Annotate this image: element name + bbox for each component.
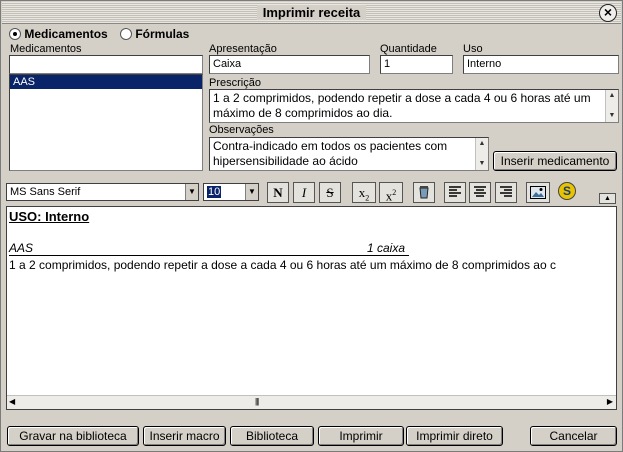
apresentacao-field[interactable]: Caixa <box>209 55 370 74</box>
chevron-down-icon[interactable]: ▼ <box>185 184 198 200</box>
scroll-left-icon[interactable]: ◀ <box>9 397 15 406</box>
scroll-up-icon[interactable]: ▲ <box>606 90 618 102</box>
italic-button[interactable]: I <box>293 182 315 203</box>
bucket-icon[interactable] <box>413 182 435 203</box>
collapse-icon[interactable]: ▲ <box>599 193 616 204</box>
medicamento-list[interactable]: AAS <box>9 74 203 171</box>
radio-off-icon <box>120 28 132 40</box>
quantidade-label: Quantidade <box>380 43 437 55</box>
scroll-thumb-grip[interactable]: ||| <box>255 397 259 406</box>
apresentacao-label: Apresentação <box>209 43 277 55</box>
scroll-up-icon[interactable]: ▲ <box>476 138 488 150</box>
bold-button[interactable]: N <box>267 182 289 203</box>
superscript-button[interactable]: x2 <box>379 182 403 203</box>
observacoes-text: Contra-indicado em todos os pacientes co… <box>213 139 448 168</box>
radio-formulas[interactable]: Fórmulas <box>120 27 189 41</box>
drug-line: AAS 1 caixa <box>9 241 409 256</box>
print-button[interactable]: Imprimir <box>318 426 404 446</box>
cancel-button[interactable]: Cancelar <box>530 426 617 446</box>
library-button[interactable]: Biblioteca <box>230 426 314 446</box>
radio-formulas-label: Fórmulas <box>135 27 190 41</box>
uso-field[interactable]: Interno <box>463 55 619 74</box>
scroll-down-icon[interactable]: ▼ <box>606 110 618 122</box>
insert-macro-button[interactable]: Inserir macro <box>143 426 226 446</box>
subscript-mark: 2 <box>365 193 370 203</box>
prescricao-label: Prescrição <box>209 77 261 89</box>
editor-heading: USO: Interno <box>9 209 90 224</box>
radio-medicamentos-label: Medicamentos <box>24 27 108 41</box>
strikethrough-button[interactable]: S <box>319 182 341 203</box>
scroll-right-icon[interactable]: ▶ <box>607 397 613 406</box>
close-icon[interactable]: × <box>599 4 617 22</box>
observacoes-scrollbar[interactable]: ▲ ▼ <box>475 138 488 170</box>
align-center-icon[interactable] <box>469 182 491 203</box>
medicamentos-label: Medicamentos <box>10 43 82 55</box>
window-title: Imprimir receita <box>256 5 367 20</box>
prescricao-text: 1 a 2 comprimidos, podendo repetir a dos… <box>213 91 591 120</box>
print-prescription-window: Imprimir receita × Medicamentos Fórmulas… <box>0 0 623 452</box>
editor-prescription-line: 1 a 2 comprimidos, podendo repetir a dos… <box>9 258 556 272</box>
quantidade-field[interactable]: 1 <box>380 55 453 74</box>
font-value: MS Sans Serif <box>10 186 81 198</box>
list-item[interactable]: AAS <box>10 75 202 89</box>
radio-medicamentos[interactable]: Medicamentos <box>9 27 108 41</box>
title-bar: Imprimir receita × <box>2 2 621 24</box>
editor-qty: 1 caixa <box>367 241 406 255</box>
editor-horizontal-scrollbar[interactable]: ◀ ||| ▶ <box>7 395 616 409</box>
radio-on-icon <box>9 28 21 40</box>
image-icon[interactable] <box>526 182 550 203</box>
align-right-icon[interactable] <box>495 182 517 203</box>
font-size-select[interactable]: 10 ▼ <box>203 183 259 201</box>
font-size-value: 10 <box>207 186 222 198</box>
print-direct-button[interactable]: Imprimir direto <box>406 426 503 446</box>
save-library-button[interactable]: Gravar na biblioteca <box>7 426 139 446</box>
scroll-down-icon[interactable]: ▼ <box>476 158 488 170</box>
insert-medicine-button[interactable]: Inserir medicamento <box>493 151 617 171</box>
prescription-editor[interactable]: USO: Interno AAS 1 caixa 1 a 2 comprimid… <box>6 206 617 410</box>
prescricao-scrollbar[interactable]: ▲ ▼ <box>605 90 618 122</box>
font-select[interactable]: MS Sans Serif ▼ <box>6 183 199 201</box>
uso-label: Uso <box>463 43 483 55</box>
chevron-down-icon[interactable]: ▼ <box>245 184 258 200</box>
subscript-button[interactable]: x2 <box>352 182 376 203</box>
medicamento-search-input[interactable] <box>9 55 203 74</box>
editor-drug: AAS <box>9 241 34 255</box>
observacoes-field[interactable]: Contra-indicado em todos os pacientes co… <box>209 137 489 171</box>
superscript-mark: 2 <box>392 188 397 197</box>
observacoes-label: Observações <box>209 124 274 136</box>
spell-check-icon[interactable]: S <box>558 182 576 200</box>
prescricao-field[interactable]: 1 a 2 comprimidos, podendo repetir a dos… <box>209 89 619 123</box>
align-left-icon[interactable] <box>444 182 466 203</box>
